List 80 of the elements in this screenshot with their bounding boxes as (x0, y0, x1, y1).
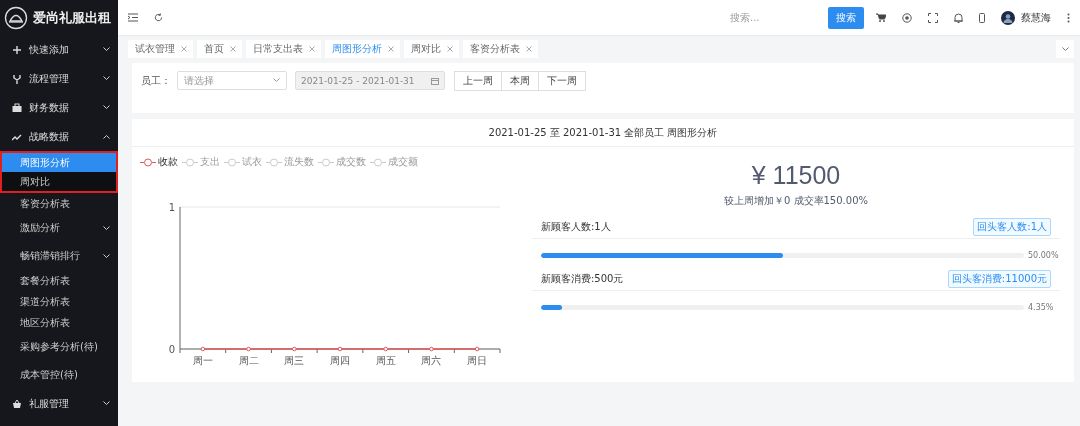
x-tick-label: 周六 (421, 355, 442, 366)
stat-tag: 回头客消费:11000元 (947, 270, 1051, 288)
tab[interactable]: 周对比 (404, 40, 459, 58)
submenu-item[interactable]: 畅销滞销排行 (0, 242, 118, 270)
x-tick-label: 周五 (375, 355, 396, 366)
refresh-icon[interactable] (154, 13, 163, 22)
logo-icon (4, 5, 28, 30)
chevron-down-icon (1061, 46, 1069, 52)
logo-text: 爱尚礼服出租 (33, 8, 111, 27)
x-tick-label: 周二 (238, 355, 259, 366)
submenu-item[interactable]: 周对比 (0, 172, 118, 193)
submenu-item[interactable]: 客资分析表 (0, 193, 118, 214)
x-tick-label: 周四 (330, 355, 350, 366)
employee-label: 员工： (141, 74, 171, 88)
fork-icon (12, 73, 22, 84)
menu-item[interactable]: 礼服管理 (0, 389, 118, 418)
submenu-item[interactable]: 套餐分析表 (0, 270, 118, 291)
tab[interactable]: 试衣管理 (128, 40, 193, 58)
legend-marker-icon (318, 157, 334, 167)
total-amount: ¥ 11500 (750, 161, 842, 190)
basket-icon (12, 398, 22, 409)
submenu-item[interactable]: 地区分析表 (0, 312, 118, 333)
week-button[interactable]: 本周 (501, 71, 539, 91)
progress-reading: 50.00% (1028, 251, 1060, 260)
x-tick-label: 周三 (284, 355, 305, 366)
menu-item[interactable]: 财务数据 (0, 93, 118, 122)
submenu-item[interactable]: 成本管控(待) (0, 361, 118, 389)
calendar-icon (431, 76, 439, 85)
phone-icon[interactable] (979, 12, 985, 23)
y-tick-label: 0 (168, 344, 175, 355)
fullscreen-icon[interactable] (928, 12, 938, 23)
menu-item[interactable]: 战略数据 (0, 122, 118, 151)
menu-icon[interactable] (128, 13, 138, 22)
submenu-item[interactable]: 激励分析 (0, 214, 118, 242)
comparison-text: 较上周增加￥0 成交率150.00% (722, 194, 869, 208)
progress-reading: 4.35% (1028, 303, 1055, 312)
data-point (200, 346, 206, 352)
menu-item[interactable]: 快速添加 (0, 35, 118, 64)
y-tick-label: 1 (168, 202, 175, 213)
bell-icon[interactable] (954, 12, 963, 23)
chevron-down-icon (103, 105, 110, 110)
avatar[interactable] (1001, 10, 1015, 25)
x-tick-label: 周一 (192, 355, 213, 366)
tab[interactable]: 日常支出表 (246, 40, 321, 58)
chevron-down-icon (273, 78, 280, 83)
tab[interactable]: 首页 (197, 40, 242, 58)
stat-label: 新顾客人数:1人 (541, 220, 611, 234)
legend-marker-icon (224, 157, 240, 167)
chevron-down-icon (103, 401, 110, 406)
data-point (474, 346, 480, 352)
tab[interactable]: 客资分析表 (463, 40, 538, 58)
record-icon[interactable] (902, 12, 912, 23)
plus-icon (12, 44, 22, 55)
week-button[interactable]: 上一周 (454, 71, 502, 91)
report-title: 2021-01-25 至 2021-01-31 全部员工 周图形分析 (132, 119, 1074, 147)
data-point (429, 346, 434, 352)
chevron-up-icon (103, 134, 110, 139)
data-point (292, 346, 297, 352)
data-point (383, 346, 388, 352)
chevron-down-icon (103, 76, 110, 81)
legend-marker-icon (140, 157, 156, 167)
week-button[interactable]: 下一周 (538, 71, 586, 91)
stat-tag: 回头客人数:1人 (973, 218, 1051, 236)
chevron-down-icon (103, 47, 110, 52)
data-point (337, 346, 343, 352)
legend-item[interactable]: 收款 (140, 155, 178, 169)
user-name[interactable]: 蔡慧海 (1021, 10, 1051, 25)
submenu-item[interactable]: 渠道分析表 (0, 291, 118, 312)
submenu-item[interactable]: 采购参考分析(待) (0, 333, 118, 361)
briefcase-icon (12, 102, 22, 113)
stat-label: 新顾客消费:500元 (541, 272, 624, 286)
legend-marker-icon (266, 157, 282, 167)
tab[interactable]: 周图形分析 (325, 40, 400, 58)
data-point (246, 346, 251, 352)
more-icon[interactable] (1067, 12, 1070, 23)
x-tick-label: 周日 (467, 355, 488, 366)
menu-item[interactable]: 流程管理 (0, 64, 118, 93)
legend-marker-icon (182, 157, 198, 167)
cart-icon[interactable] (876, 13, 886, 22)
legend-marker-icon (370, 157, 386, 167)
